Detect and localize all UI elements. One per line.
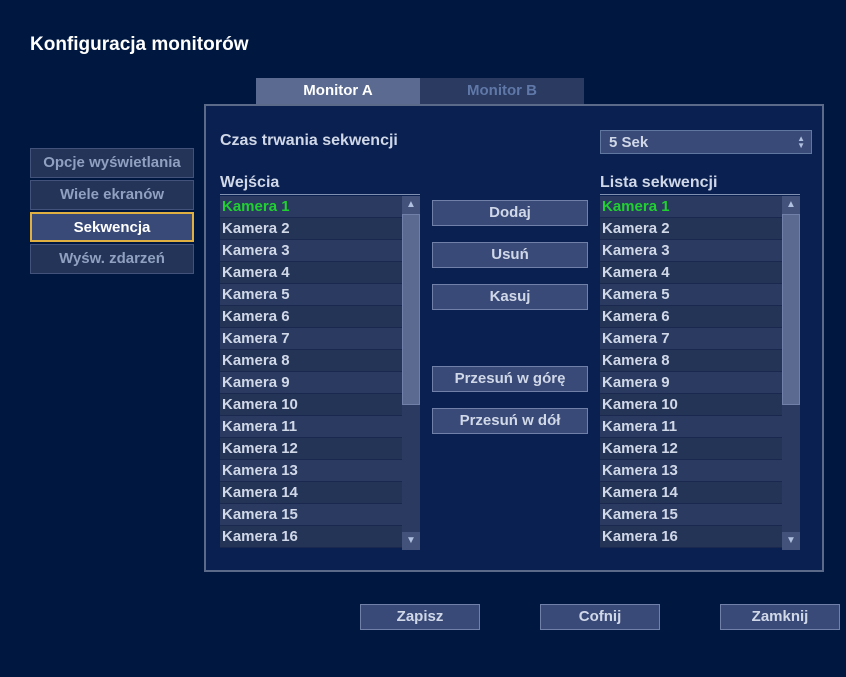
dropdown-value: 5 Sek [609, 134, 648, 151]
sequence-listbox[interactable]: Kamera 1Kamera 2Kamera 3Kamera 4Kamera 5… [600, 196, 782, 550]
list-item[interactable]: Kamera 11 [600, 416, 782, 438]
list-item[interactable]: Kamera 12 [600, 438, 782, 460]
sequence-duration-dropdown[interactable]: 5 Sek ▲▼ [600, 130, 812, 154]
scroll-track[interactable] [782, 214, 800, 532]
scroll-up-icon[interactable]: ▲ [402, 196, 420, 214]
list-item[interactable]: Kamera 13 [600, 460, 782, 482]
list-item[interactable]: Kamera 5 [600, 284, 782, 306]
sequence-scrollbar[interactable]: ▲ ▼ [782, 196, 800, 550]
list-item[interactable]: Kamera 6 [600, 306, 782, 328]
tab-monitor-a[interactable]: Monitor A [256, 78, 420, 104]
scroll-down-icon[interactable]: ▼ [782, 532, 800, 550]
list-item[interactable]: Kamera 4 [600, 262, 782, 284]
list-item[interactable]: Kamera 16 [220, 526, 402, 548]
close-button[interactable]: Zamknij [720, 604, 840, 630]
footer-buttons: Zapisz Cofnij Zamknij [360, 604, 840, 630]
inputs-listbox[interactable]: Kamera 1Kamera 2Kamera 3Kamera 4Kamera 5… [220, 196, 402, 550]
page-title: Konfiguracja monitorów [30, 34, 249, 56]
list-item[interactable]: Kamera 7 [220, 328, 402, 350]
list-item[interactable]: Kamera 2 [220, 218, 402, 240]
undo-button[interactable]: Cofnij [540, 604, 660, 630]
spinner-arrows-icon: ▲▼ [797, 135, 805, 149]
add-button[interactable]: Dodaj [432, 200, 588, 226]
list-item[interactable]: Kamera 9 [600, 372, 782, 394]
side-item-multi-screen[interactable]: Wiele ekranów [30, 180, 194, 210]
list-item[interactable]: Kamera 1 [220, 196, 402, 218]
sequence-list-column: Lista sekwencji Kamera 1Kamera 2Kamera 3… [600, 174, 800, 550]
move-down-button[interactable]: Przesuń w dół [432, 408, 588, 434]
list-item[interactable]: Kamera 3 [220, 240, 402, 262]
list-item[interactable]: Kamera 13 [220, 460, 402, 482]
scroll-track[interactable] [402, 214, 420, 532]
scroll-thumb[interactable] [782, 214, 800, 405]
middle-button-group: Dodaj Usuń Kasuj Przesuń w górę Przesuń … [432, 200, 588, 450]
list-item[interactable]: Kamera 1 [600, 196, 782, 218]
list-item[interactable]: Kamera 16 [600, 526, 782, 548]
list-item[interactable]: Kamera 3 [600, 240, 782, 262]
side-item-display-options[interactable]: Opcje wyświetlania [30, 148, 194, 178]
list-item[interactable]: Kamera 11 [220, 416, 402, 438]
list-item[interactable]: Kamera 10 [220, 394, 402, 416]
list-item[interactable]: Kamera 6 [220, 306, 402, 328]
list-item[interactable]: Kamera 2 [600, 218, 782, 240]
monitor-tabs: Monitor A Monitor B [256, 78, 584, 104]
remove-button[interactable]: Usuń [432, 242, 588, 268]
clear-button[interactable]: Kasuj [432, 284, 588, 310]
list-item[interactable]: Kamera 15 [220, 504, 402, 526]
list-item[interactable]: Kamera 10 [600, 394, 782, 416]
list-item[interactable]: Kamera 4 [220, 262, 402, 284]
list-item[interactable]: Kamera 8 [220, 350, 402, 372]
list-item[interactable]: Kamera 8 [600, 350, 782, 372]
inputs-header: Wejścia [220, 174, 420, 195]
list-item[interactable]: Kamera 14 [600, 482, 782, 504]
save-button[interactable]: Zapisz [360, 604, 480, 630]
tab-monitor-b[interactable]: Monitor B [420, 78, 584, 104]
list-item[interactable]: Kamera 5 [220, 284, 402, 306]
sequence-list-header: Lista sekwencji [600, 174, 800, 195]
list-item[interactable]: Kamera 7 [600, 328, 782, 350]
sequence-duration-label: Czas trwania sekwencji [220, 132, 398, 150]
side-item-sequence[interactable]: Sekwencja [30, 212, 194, 242]
list-item[interactable]: Kamera 15 [600, 504, 782, 526]
scroll-up-icon[interactable]: ▲ [782, 196, 800, 214]
list-item[interactable]: Kamera 9 [220, 372, 402, 394]
side-item-event-display[interactable]: Wyśw. zdarzeń [30, 244, 194, 274]
move-up-button[interactable]: Przesuń w górę [432, 366, 588, 392]
scroll-thumb[interactable] [402, 214, 420, 405]
list-item[interactable]: Kamera 14 [220, 482, 402, 504]
inputs-scrollbar[interactable]: ▲ ▼ [402, 196, 420, 550]
scroll-down-icon[interactable]: ▼ [402, 532, 420, 550]
side-menu: Opcje wyświetlania Wiele ekranów Sekwenc… [30, 148, 194, 276]
list-item[interactable]: Kamera 12 [220, 438, 402, 460]
inputs-column: Wejścia Kamera 1Kamera 2Kamera 3Kamera 4… [220, 174, 420, 550]
content-panel: Czas trwania sekwencji 5 Sek ▲▼ Wejścia … [204, 104, 824, 572]
